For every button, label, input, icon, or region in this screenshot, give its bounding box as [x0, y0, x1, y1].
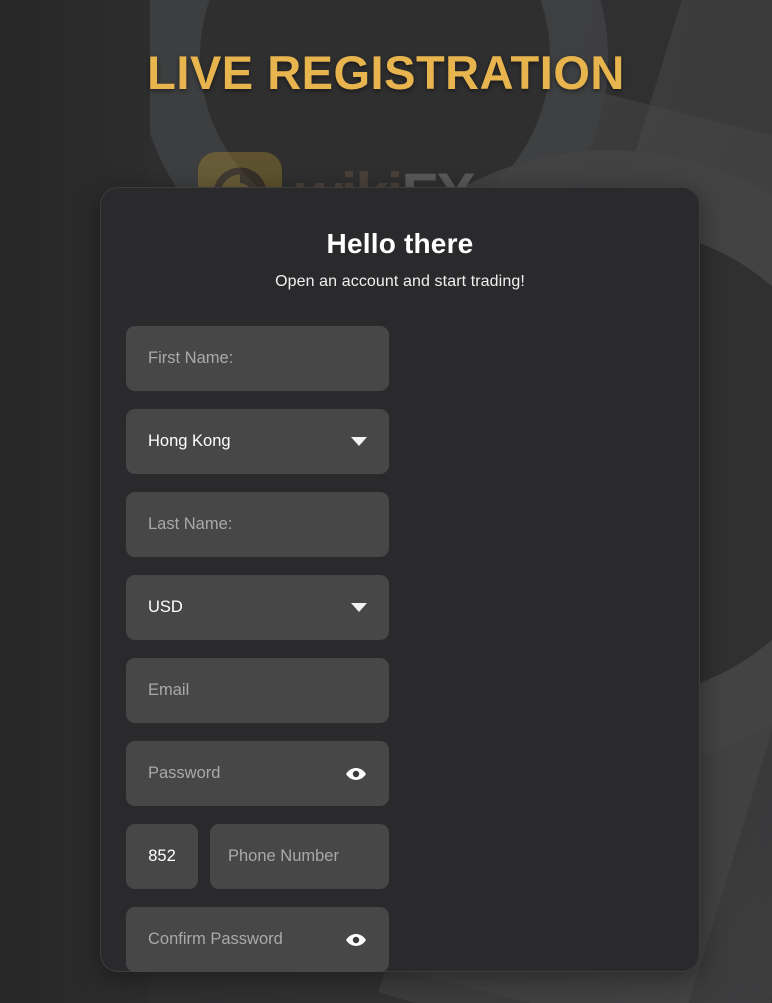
country-select[interactable]: Hong Kong — [126, 409, 389, 474]
first-name-input[interactable]: First Name: — [126, 326, 389, 391]
page-title: LIVE REGISTRATION — [147, 46, 625, 99]
password-input[interactable]: Password — [126, 741, 389, 806]
eye-icon[interactable] — [345, 763, 367, 785]
form-empty-cell — [126, 990, 389, 1003]
card-heading: Hello there — [326, 228, 474, 259]
registration-form: First Name: Hong Kong Last Name: USD Ema… — [126, 326, 674, 1003]
currency-select-value: USD — [148, 598, 183, 616]
phone-country-code-value: 852 — [148, 847, 176, 865]
confirm-password-input[interactable]: Confirm Password — [126, 907, 389, 972]
email-input[interactable]: Email — [126, 658, 389, 723]
first-name-placeholder: First Name: — [148, 349, 234, 367]
card-subheading: Open an account and start trading! — [275, 273, 525, 290]
password-placeholder: Password — [148, 764, 221, 782]
registration-card: Hello there Open an account and start tr… — [100, 187, 700, 972]
phone-number-placeholder: Phone Number — [228, 847, 339, 865]
confirm-password-placeholder: Confirm Password — [148, 930, 283, 948]
country-select-value: Hong Kong — [148, 432, 231, 450]
phone-country-code-input[interactable]: 852 — [126, 824, 198, 889]
phone-field-group: 852 Phone Number — [126, 824, 389, 889]
currency-select[interactable]: USD — [126, 575, 389, 640]
eye-icon[interactable] — [345, 929, 367, 951]
phone-number-input[interactable]: Phone Number — [210, 824, 389, 889]
chevron-down-icon — [351, 603, 367, 612]
last-name-input[interactable]: Last Name: — [126, 492, 389, 557]
chevron-down-icon — [351, 437, 367, 446]
last-name-placeholder: Last Name: — [148, 515, 233, 533]
email-placeholder: Email — [148, 681, 190, 699]
